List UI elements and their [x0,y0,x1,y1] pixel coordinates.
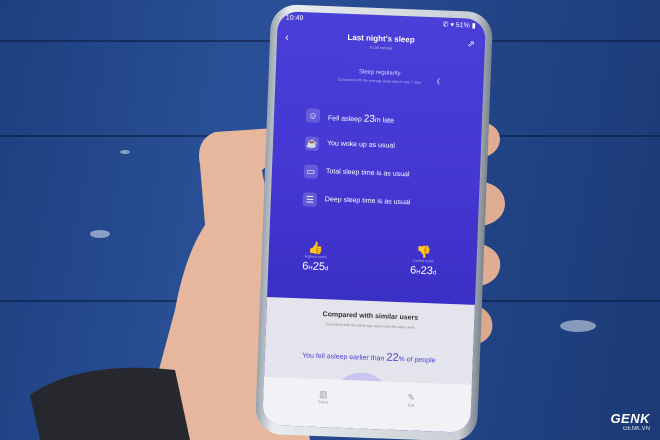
watermark-site: GENK.VN [622,426,650,432]
tab-edit[interactable]: ✎ Edit [391,392,432,409]
row-text: Deep sleep time is as usual [324,196,411,207]
share-icon[interactable]: ⇗ [467,38,475,49]
regularity-row: ☺ Fell asleep 23m late [305,108,394,128]
row-unit: m late [374,116,395,125]
stat-value: 6H25d [302,260,329,274]
lowest-score: 👎 Lowest score 6H23d [388,244,459,279]
row-text: Total sleep time is as usual [325,168,410,179]
tab-label: Status [317,399,329,405]
alarm-face-icon: ☺ [305,108,321,123]
phone-screen: 10:49 ✆ ▾ 51% ▮ ‹ Last night's sleep To … [262,11,486,433]
row-value: 23 [363,113,376,125]
row-text: You woke up as usual [326,140,395,150]
regularity-row: ▭ Total sleep time is as usual [303,164,410,184]
watermark-brand: GENK [610,411,650,426]
bottom-tab-bar: ▥ Status ✎ Edit [262,376,472,433]
sleep-icon: ☰ [302,192,318,207]
photo-scene: 10:49 ✆ ▾ 51% ▮ ‹ Last night's sleep To … [0,0,660,440]
regularity-row: ☰ Deep sleep time is as usual [302,192,411,212]
smartphone: 10:49 ✆ ▾ 51% ▮ ‹ Last night's sleep To … [254,3,494,440]
highest-score: 👍 Highest score 6H25d [280,239,351,274]
status-time: 10:49 [285,14,304,23]
regularity-row: ☕ You woke up as usual [304,136,395,156]
status-icons: ✆ ▾ 51% ▮ [442,21,476,30]
tab-status[interactable]: ▥ Status [303,388,344,405]
tab-label: Edit [407,403,415,408]
watermark: GENK GENK.VN [610,411,650,432]
cup-icon: ☕ [304,136,320,151]
stat-value: 6H23d [409,264,437,278]
moon-icon: ☾ [436,77,444,87]
compare-line: You fell asleep earlier than 22% of peop… [301,351,436,365]
bed-icon: ▭ [303,164,319,179]
row-text: Fell asleep [327,115,364,124]
